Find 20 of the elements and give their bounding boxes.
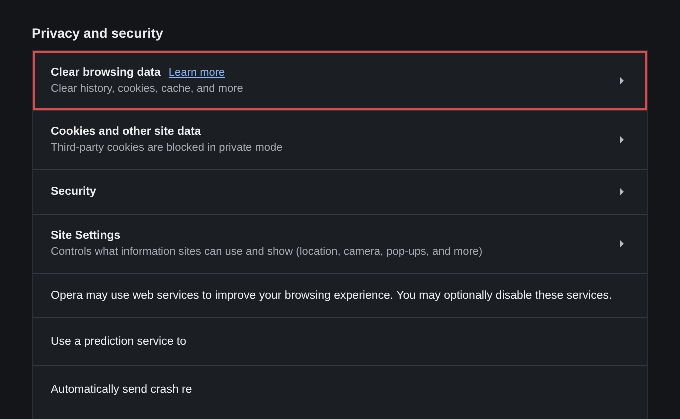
chevron-right-icon xyxy=(619,188,625,196)
learn-more-link[interactable]: Learn more xyxy=(168,66,226,78)
row-description: Third-party cookies are blocked in private mode xyxy=(51,142,284,154)
row-text: Use a prediction service to xyxy=(51,336,187,348)
highlighted-settings-row[interactable]: Clear browsing data Learn more Clear history, cookies, cache, and more xyxy=(33,51,647,110)
row-description: Controls what information sites can use and show (location, camera, pop-ups, and more) xyxy=(51,246,484,258)
settings-row[interactable]: Cookies and other site data Third-party cookies are blocked in private mode xyxy=(33,110,647,169)
settings-row[interactable]: Security xyxy=(33,169,647,214)
row-description: Clear history, cookies, cache, and more xyxy=(51,82,244,94)
row-text: Opera may use web services to improve your browsing experience. You may optionally disable these services. xyxy=(51,290,612,302)
chevron-right-icon xyxy=(619,240,625,248)
row-title: Site Settings xyxy=(51,230,121,242)
row-text: Automatically send crash re xyxy=(51,384,192,396)
row-title: Clear browsing data xyxy=(51,66,161,78)
chevron-right-icon xyxy=(619,76,625,84)
settings-row[interactable]: Site Settings Controls what information sites can use and show (location, camera, pop-ups, and more) xyxy=(33,214,647,273)
row-title: Security xyxy=(51,186,96,198)
row-title: Cookies and other site data xyxy=(51,126,202,138)
chevron-right-icon xyxy=(619,136,625,144)
section-heading: Privacy and security xyxy=(32,26,164,42)
